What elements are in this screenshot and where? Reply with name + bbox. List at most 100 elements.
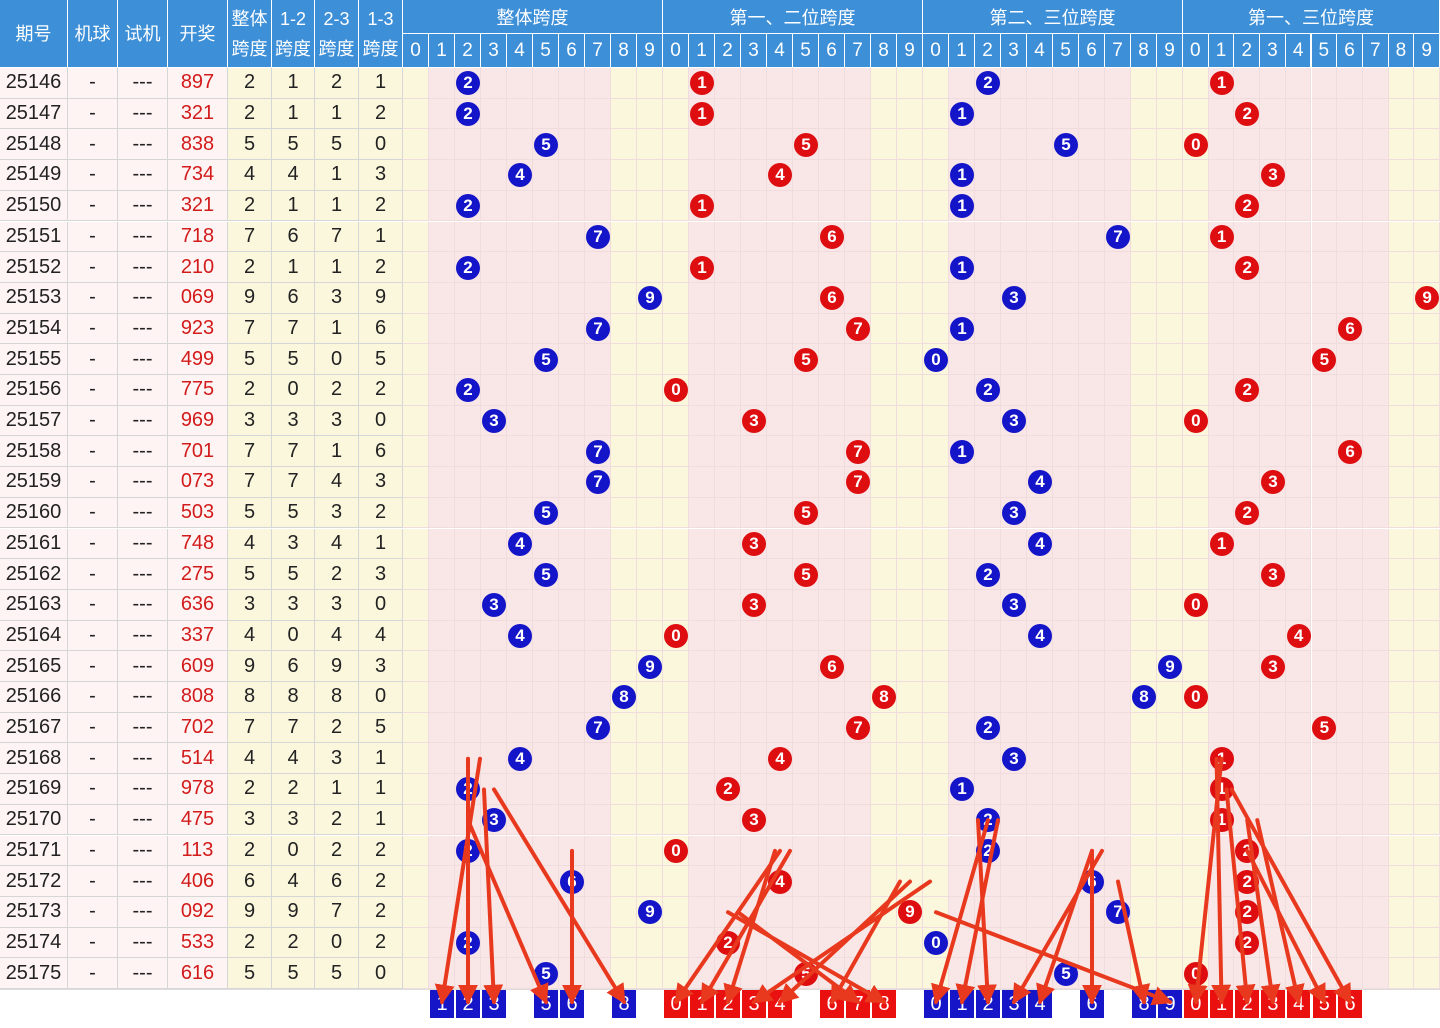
matrix-cell — [611, 958, 637, 989]
matrix-cell — [1285, 896, 1312, 928]
matrix-cell — [403, 835, 429, 867]
matrix-cell — [1183, 344, 1209, 375]
matrix-cell — [1001, 835, 1027, 867]
matrix-cell — [637, 344, 663, 375]
matrix-cell — [455, 313, 481, 345]
matrix-cell — [1285, 436, 1312, 468]
table-cell: --- — [118, 436, 168, 468]
matrix-cell — [507, 221, 533, 253]
matrix-cell — [923, 252, 949, 283]
matrix-cell — [1053, 190, 1079, 222]
span-ball: 1 — [950, 439, 974, 464]
matrix-cell — [871, 313, 897, 345]
matrix-cell — [975, 927, 1001, 959]
span-ball: 3 — [1002, 746, 1026, 771]
matrix-cell — [455, 804, 481, 836]
matrix-cell — [741, 221, 767, 253]
matrix-cell — [689, 313, 715, 345]
span-ball: 2 — [1235, 838, 1260, 863]
digit-header: 4 — [1285, 34, 1312, 68]
column-header-line: 跨度 — [231, 38, 268, 59]
matrix-cell — [481, 835, 507, 867]
matrix-cell — [1079, 620, 1105, 652]
matrix-cell — [663, 651, 689, 682]
matrix-cell — [455, 405, 481, 437]
matrix-cell — [1260, 589, 1286, 621]
matrix-cell — [663, 896, 689, 928]
matrix-cell — [1337, 589, 1363, 621]
matrix-cell — [1337, 68, 1363, 99]
span-ball: 7 — [586, 439, 610, 464]
table-cell: 092 — [168, 896, 228, 928]
matrix-cell — [1053, 497, 1079, 529]
matrix-cell — [663, 190, 689, 222]
matrix-cell — [533, 313, 559, 345]
table-cell: 1 — [359, 743, 403, 775]
matrix-cell — [637, 436, 663, 468]
matrix-cell — [767, 589, 793, 621]
matrix-cell — [1208, 344, 1235, 375]
matrix-cell — [611, 927, 637, 959]
digit-header: 2 — [1234, 34, 1261, 68]
table-cell: --- — [118, 620, 168, 652]
matrix-cell — [741, 497, 767, 529]
table-cell: 7 — [272, 436, 315, 468]
matrix-cell — [897, 712, 923, 744]
selected-digit: 2 — [1235, 990, 1260, 1018]
matrix-cell — [793, 712, 819, 744]
matrix-cell — [1079, 497, 1105, 529]
matrix-cell — [845, 559, 871, 590]
span-ball: 2 — [1235, 255, 1260, 280]
matrix-cell — [637, 405, 663, 437]
matrix-cell — [403, 743, 429, 775]
matrix-cell — [1027, 68, 1053, 99]
matrix-cell — [429, 804, 455, 836]
span-ball: 1 — [1209, 777, 1234, 802]
matrix-cell — [819, 927, 845, 959]
matrix-cell — [1079, 68, 1105, 99]
matrix-cell — [1001, 467, 1027, 498]
matrix-cell — [767, 559, 793, 590]
matrix-cell — [1157, 160, 1183, 191]
matrix-cell — [1208, 651, 1235, 682]
matrix-cell — [923, 129, 949, 161]
matrix-cell — [403, 804, 429, 836]
table-cell: 0 — [359, 682, 403, 713]
matrix-cell — [1079, 896, 1105, 928]
column-header: 1-3 跨度 — [359, 0, 403, 68]
matrix-cell — [845, 620, 871, 652]
matrix-cell — [1079, 98, 1105, 130]
matrix-cell — [1157, 252, 1183, 283]
matrix-cell — [819, 896, 845, 928]
matrix-cell — [637, 774, 663, 805]
span-ball: 5 — [534, 961, 558, 986]
matrix-cell — [871, 559, 897, 590]
matrix-cell — [585, 190, 611, 222]
span-ball: 7 — [846, 439, 870, 464]
matrix-cell — [1414, 958, 1440, 989]
matrix-cell — [741, 835, 767, 867]
matrix-cell — [507, 313, 533, 345]
table-cell: 7 — [272, 313, 315, 345]
matrix-cell — [1157, 682, 1183, 713]
matrix-cell — [767, 835, 793, 867]
matrix-cell — [1183, 896, 1209, 928]
matrix-cell — [1001, 190, 1027, 222]
matrix-cell — [663, 467, 689, 498]
table-cell: 5 — [228, 497, 272, 529]
matrix-cell — [585, 958, 611, 989]
table-cell: 25152 — [0, 252, 68, 283]
matrix-cell — [1260, 620, 1286, 652]
matrix-cell — [1311, 866, 1338, 897]
matrix-cell — [1183, 774, 1209, 805]
matrix-cell — [1027, 497, 1053, 529]
matrix-cell — [1131, 927, 1157, 959]
matrix-cell — [1079, 436, 1105, 468]
matrix-cell — [871, 835, 897, 867]
matrix-cell — [949, 927, 975, 959]
matrix-cell — [637, 375, 663, 406]
table-cell: 8 — [228, 682, 272, 713]
matrix-cell — [1311, 497, 1338, 529]
table-cell: 25175 — [0, 958, 68, 989]
table-cell: 25167 — [0, 712, 68, 744]
